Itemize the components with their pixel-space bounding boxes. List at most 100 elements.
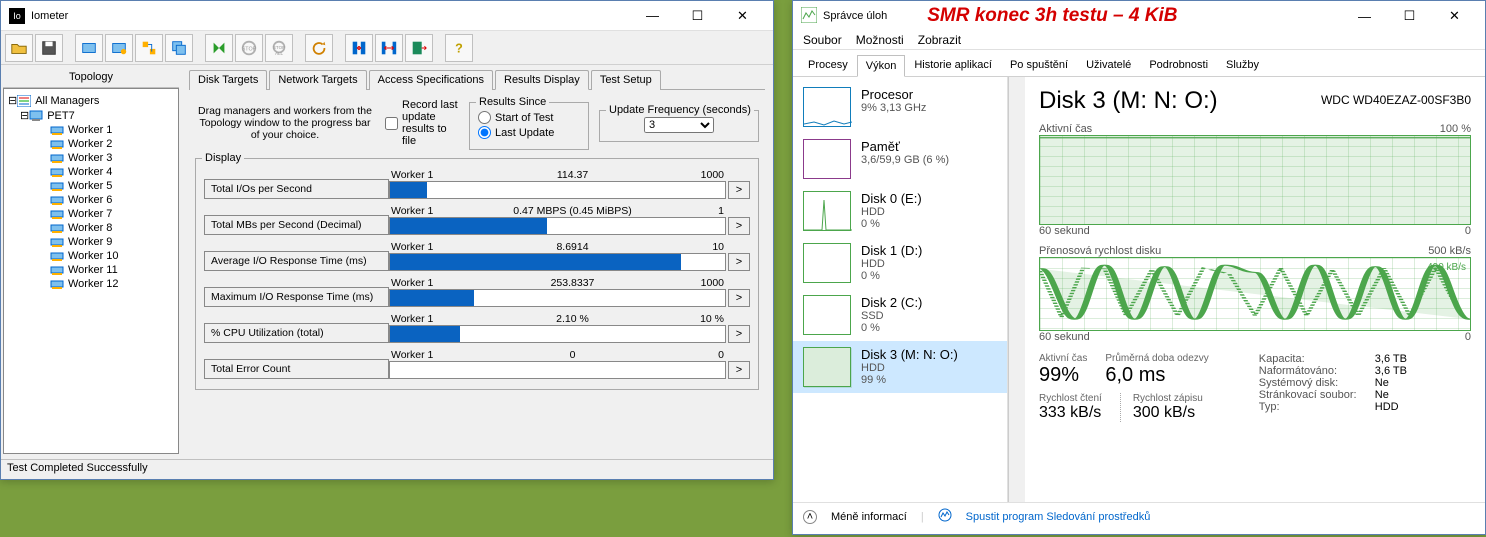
perf-sidebar-item[interactable]: Paměť3,6/59,9 GB (6 %) bbox=[793, 133, 1007, 185]
tm-maximize-button[interactable]: ☐ bbox=[1387, 2, 1432, 30]
perf-thumb bbox=[803, 191, 851, 231]
stop-icon[interactable]: STOP bbox=[235, 34, 263, 62]
metric-label[interactable]: Total I/Os per Second bbox=[204, 179, 389, 199]
tm-tab-history[interactable]: Historie aplikací bbox=[905, 54, 1001, 76]
tm-tab-users[interactable]: Uživatelé bbox=[1077, 54, 1140, 76]
taskmgr-menu: Soubor Možnosti Zobrazit bbox=[793, 31, 1485, 50]
tm-tab-performance[interactable]: Výkon bbox=[857, 55, 906, 77]
tab-access-spec[interactable]: Access Specifications bbox=[369, 70, 493, 90]
metric-bar[interactable] bbox=[389, 253, 726, 271]
tree-worker[interactable]: Worker 6 bbox=[8, 193, 174, 207]
minimize-button[interactable]: ― bbox=[630, 2, 675, 30]
radio-last[interactable]: Last Update bbox=[478, 126, 580, 139]
collapse-icon[interactable]: ˄ bbox=[803, 510, 817, 524]
tm-minimize-button[interactable]: ― bbox=[1342, 2, 1387, 30]
metric-label[interactable]: Maximum I/O Response Time (ms) bbox=[204, 287, 389, 307]
metric-bar[interactable] bbox=[389, 361, 726, 379]
copy-worker-icon[interactable] bbox=[165, 34, 193, 62]
topology-tree[interactable]: ⊟ All Managers ⊟ PET7 Worker 1Worker 2Wo… bbox=[3, 88, 179, 454]
iometer-toolbar: STOP STOPALL ? bbox=[1, 31, 773, 65]
metric-expand-button[interactable]: > bbox=[728, 325, 750, 343]
radio-start[interactable]: Start of Test bbox=[478, 111, 580, 124]
metric-label[interactable]: % CPU Utilization (total) bbox=[204, 323, 389, 343]
menu-file[interactable]: Soubor bbox=[803, 33, 842, 47]
menu-view[interactable]: Zobrazit bbox=[918, 33, 961, 47]
tree-worker[interactable]: Worker 8 bbox=[8, 221, 174, 235]
perf-sidebar-item[interactable]: Disk 0 (E:)HDD0 % bbox=[793, 185, 1007, 237]
taskmgr-bottom: ˄ Méně informací | Spustit program Sledo… bbox=[793, 502, 1485, 530]
metric-expand-button[interactable]: > bbox=[728, 289, 750, 307]
tm-close-button[interactable]: ✕ bbox=[1432, 2, 1477, 30]
tree-worker[interactable]: Worker 11 bbox=[8, 263, 174, 277]
stat-active-label: Aktivní čas bbox=[1039, 353, 1087, 364]
stat-read-value: 333 kB/s bbox=[1039, 404, 1102, 422]
tree-worker[interactable]: Worker 7 bbox=[8, 207, 174, 221]
tree-worker[interactable]: Worker 5 bbox=[8, 179, 174, 193]
metric-label[interactable]: Total Error Count bbox=[204, 359, 389, 379]
tm-tab-details[interactable]: Podrobnosti bbox=[1140, 54, 1217, 76]
metric-bar[interactable] bbox=[389, 325, 726, 343]
resmon-link[interactable]: Spustit program Sledování prostředků bbox=[966, 511, 1151, 523]
metric-expand-button[interactable]: > bbox=[728, 217, 750, 235]
iometer-titlebar[interactable]: Io Iometer ― ☐ ✕ bbox=[1, 1, 773, 31]
tm-tab-processes[interactable]: Procesy bbox=[799, 54, 857, 76]
tree-worker[interactable]: Worker 4 bbox=[8, 165, 174, 179]
active-time-chart[interactable] bbox=[1039, 135, 1471, 225]
stat-resp-label: Průměrná doba odezvy bbox=[1105, 353, 1208, 364]
worker-icon[interactable] bbox=[75, 34, 103, 62]
perf-sidebar-item[interactable]: Disk 2 (C:)SSD0 % bbox=[793, 289, 1007, 341]
perf-sidebar[interactable]: Procesor9% 3,13 GHzPaměť3,6/59,9 GB (6 %… bbox=[793, 77, 1008, 502]
perf-item-sub2: 99 % bbox=[861, 374, 958, 386]
reset-icon[interactable] bbox=[305, 34, 333, 62]
tab-disk-targets[interactable]: Disk Targets bbox=[189, 70, 267, 90]
taskmgr-titlebar[interactable]: Správce úloh SMR konec 3h testu – 4 KiB … bbox=[793, 1, 1485, 31]
tree-worker[interactable]: Worker 1 bbox=[8, 123, 174, 137]
stat-active-value: 99% bbox=[1039, 364, 1087, 387]
metric-bar[interactable] bbox=[389, 289, 726, 307]
metric-bar[interactable] bbox=[389, 217, 726, 235]
prop-key: Stránkovací soubor: bbox=[1259, 389, 1369, 401]
transfer-rate-chart[interactable]: 490 kB/s bbox=[1039, 257, 1471, 331]
tm-tab-services[interactable]: Služby bbox=[1217, 54, 1268, 76]
compact-icon[interactable] bbox=[345, 34, 373, 62]
metric-bar[interactable] bbox=[389, 181, 726, 199]
perf-sidebar-item[interactable]: Disk 3 (M: N: O:)HDD99 % bbox=[793, 341, 1007, 393]
tree-worker[interactable]: Worker 2 bbox=[8, 137, 174, 151]
tree-worker[interactable]: Worker 12 bbox=[8, 277, 174, 291]
open-icon[interactable] bbox=[5, 34, 33, 62]
tree-worker[interactable]: Worker 3 bbox=[8, 151, 174, 165]
start-icon[interactable] bbox=[205, 34, 233, 62]
tree-worker[interactable]: Worker 10 bbox=[8, 249, 174, 263]
metric-label[interactable]: Total MBs per Second (Decimal) bbox=[204, 215, 389, 235]
metric-expand-button[interactable]: > bbox=[728, 181, 750, 199]
metric-expand-button[interactable]: > bbox=[728, 253, 750, 271]
tab-test-setup[interactable]: Test Setup bbox=[591, 70, 661, 90]
save-icon[interactable] bbox=[35, 34, 63, 62]
tm-tab-startup[interactable]: Po spuštění bbox=[1001, 54, 1077, 76]
close-button[interactable]: ✕ bbox=[720, 2, 765, 30]
menu-options[interactable]: Možnosti bbox=[856, 33, 904, 47]
metric-label[interactable]: Average I/O Response Time (ms) bbox=[204, 251, 389, 271]
perf-sidebar-item[interactable]: Disk 1 (D:)HDD0 % bbox=[793, 237, 1007, 289]
sidebar-scrollbar[interactable] bbox=[1008, 77, 1025, 502]
tree-host[interactable]: ⊟ PET7 bbox=[8, 108, 174, 123]
update-freq-select[interactable]: 3 bbox=[644, 117, 714, 133]
tab-network-targets[interactable]: Network Targets bbox=[269, 70, 366, 90]
tree-worker[interactable]: Worker 9 bbox=[8, 235, 174, 249]
record-checkbox[interactable]: Record last update results to file bbox=[385, 99, 459, 147]
disk-worker-icon[interactable] bbox=[105, 34, 133, 62]
help-icon[interactable]: ? bbox=[445, 34, 473, 62]
less-info-link[interactable]: Méně informací bbox=[831, 511, 907, 523]
tree-root[interactable]: ⊟ All Managers bbox=[8, 93, 174, 108]
expand-icon[interactable] bbox=[375, 34, 403, 62]
metric-expand-button[interactable]: > bbox=[728, 361, 750, 379]
taskmgr-app-icon bbox=[801, 7, 817, 26]
maximize-button[interactable]: ☐ bbox=[675, 2, 720, 30]
perf-sidebar-item[interactable]: Procesor9% 3,13 GHz bbox=[793, 81, 1007, 133]
metric-max: 10 bbox=[674, 241, 724, 253]
exit-icon[interactable] bbox=[405, 34, 433, 62]
net-worker-icon[interactable] bbox=[135, 34, 163, 62]
tab-results-display[interactable]: Results Display bbox=[495, 70, 589, 90]
stat-read-label: Rychlost čtení bbox=[1039, 393, 1102, 404]
stop-all-icon[interactable]: STOPALL bbox=[265, 34, 293, 62]
